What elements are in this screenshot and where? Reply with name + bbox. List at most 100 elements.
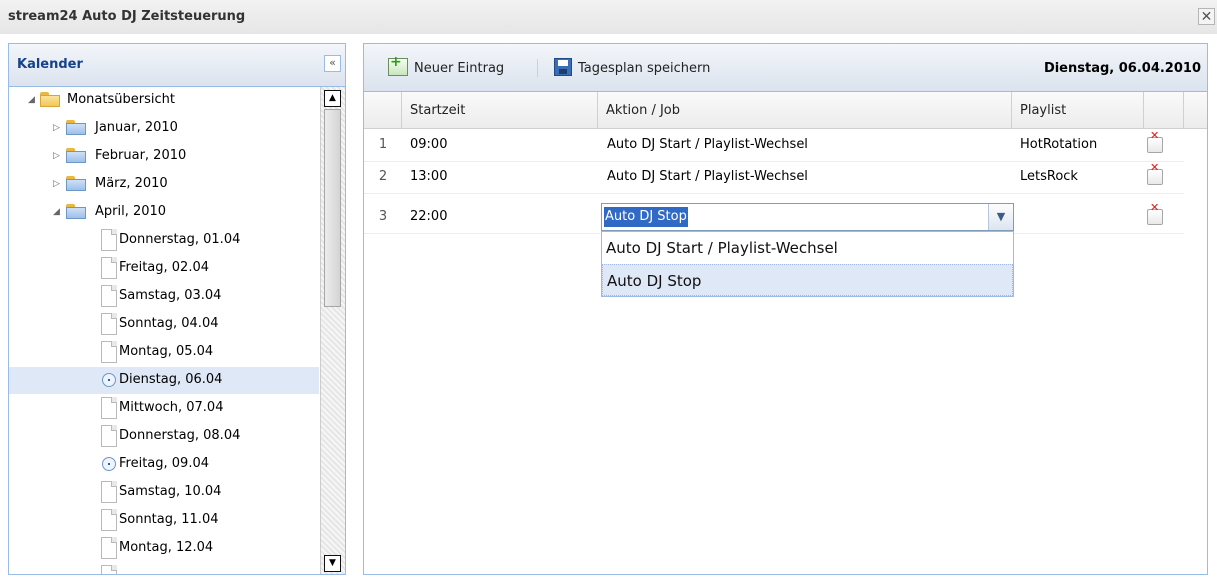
tree-day-row[interactable]: Mittwoch, 07.04 [9, 395, 319, 422]
collapsed-arrow-icon[interactable]: ▷ [53, 151, 63, 161]
tree-day-label: Freitag, 02.04 [119, 260, 209, 275]
tree-day-label: Montag, 12.04 [119, 540, 214, 555]
tree-day-label: Mittwoch, 07.04 [119, 400, 224, 415]
action-combo-value[interactable]: Auto DJ Stop [604, 207, 688, 227]
tree-day-row[interactable]: Freitag, 02.04 [9, 255, 319, 282]
scroll-down-button[interactable]: ▼ [324, 555, 341, 572]
chevron-down-icon[interactable]: ▼ [988, 204, 1013, 230]
current-date: Dienstag, 06.04.2010 [1043, 61, 1201, 76]
grid-header: Startzeit Aktion / Job Playlist [364, 92, 1207, 129]
page-icon [101, 537, 117, 559]
page-icon [101, 481, 117, 503]
clock-icon [102, 373, 116, 387]
tree-day-label: Sonntag, 04.04 [119, 316, 219, 331]
tree-day-row[interactable]: Sonntag, 04.04 [9, 311, 319, 338]
collapse-panel-button[interactable]: « [324, 55, 341, 72]
scroll-up-button[interactable]: ▲ [324, 90, 341, 107]
tree-month-january[interactable]: ▷ Januar, 2010 [9, 115, 319, 142]
new-entry-label: Neuer Eintrag [414, 61, 505, 76]
tree-month-label: Februar, 2010 [95, 148, 187, 163]
header-playlist[interactable]: Playlist [1012, 92, 1144, 128]
tree-day-label: Donnerstag, 08.04 [119, 428, 241, 443]
tree-day-row[interactable]: Samstag, 03.04 [9, 283, 319, 310]
header-action[interactable]: Aktion / Job [598, 92, 1012, 128]
page-icon [101, 313, 117, 335]
calendar-panel: Kalender « ◢ Monatsübersicht ▷ Januar, 2… [8, 43, 346, 575]
tree-month-february[interactable]: ▷ Februar, 2010 [9, 143, 319, 170]
cell-playlist[interactable]: LetsRock [1020, 161, 1078, 193]
dropdown-option-hover[interactable]: Auto DJ Stop [602, 264, 1013, 296]
folder-icon [66, 148, 86, 163]
cell-playlist[interactable]: HotRotation [1020, 129, 1097, 161]
cell-startzeit[interactable]: 09:00 [410, 129, 447, 161]
clock-icon [102, 457, 116, 471]
window-title: stream24 Auto DJ Zeitsteuerung [8, 9, 246, 24]
tree-day-row[interactable]: Montag, 12.04 [9, 535, 319, 562]
tree-day-row[interactable]: Donnerstag, 08.04 [9, 423, 319, 450]
table-row[interactable]: 1 09:00 Auto DJ Start / Playlist-Wechsel… [364, 129, 1184, 162]
window-titlebar: stream24 Auto DJ Zeitsteuerung ✕ [0, 0, 1217, 34]
calendar-title: Kalender [17, 57, 83, 72]
tree-day-label: Dienstag, 06.04 [119, 372, 223, 387]
schedule-toolbar: Neuer Eintrag Tagesplan speichern Dienst… [364, 44, 1207, 92]
tree-day-row-selected[interactable]: Dienstag, 06.04 [9, 367, 319, 394]
page-icon [101, 425, 117, 447]
calendar-tree: ◢ Monatsübersicht ▷ Januar, 2010 ▷ Febru… [9, 87, 319, 574]
tree-month-april[interactable]: ◢ April, 2010 [9, 199, 319, 226]
delete-icon[interactable] [1147, 201, 1163, 225]
tree-day-row[interactable]: Samstag, 10.04 [9, 479, 319, 506]
schedule-panel: Neuer Eintrag Tagesplan speichern Dienst… [363, 43, 1208, 575]
tree-day-label: Montag, 05.04 [119, 344, 214, 359]
save-plan-label: Tagesplan speichern [578, 61, 711, 76]
tree-day-row[interactable]: Sonntag, 11.04 [9, 507, 319, 534]
tree-month-label: März, 2010 [95, 176, 168, 191]
header-rownum [364, 92, 402, 128]
cell-action[interactable]: Auto DJ Start / Playlist-Wechsel [607, 161, 808, 193]
tree-day-row[interactable]: Freitag, 09.04 [9, 451, 319, 478]
page-icon [101, 397, 117, 419]
folder-open-icon [40, 92, 60, 107]
header-startzeit[interactable]: Startzeit [402, 92, 598, 128]
action-dropdown-list: Auto DJ Start / Playlist-Wechsel Auto DJ… [601, 231, 1014, 297]
tree-day-row[interactable]: Montag, 05.04 [9, 339, 319, 366]
tree-day-row-partial[interactable] [9, 563, 319, 574]
row-number: 1 [378, 137, 388, 152]
expanded-arrow-icon[interactable]: ◢ [53, 207, 63, 217]
header-label: Startzeit [410, 103, 466, 118]
tree-day-label: Samstag, 10.04 [119, 484, 222, 499]
tree-month-label: Januar, 2010 [95, 120, 178, 135]
cell-startzeit[interactable]: 22:00 [410, 201, 447, 233]
tree-root-row[interactable]: ◢ Monatsübersicht [9, 87, 319, 114]
cell-startzeit[interactable]: 13:00 [410, 161, 447, 193]
save-icon [554, 58, 572, 76]
action-combo[interactable]: Auto DJ Stop ▼ [601, 203, 1014, 231]
cell-action[interactable]: Auto DJ Start / Playlist-Wechsel [607, 129, 808, 161]
save-plan-button[interactable]: Tagesplan speichern [554, 58, 744, 78]
tree-day-label: Sonntag, 11.04 [119, 512, 219, 527]
scrollbar-thumb[interactable] [324, 109, 341, 307]
collapse-icon: « [329, 56, 336, 69]
delete-icon[interactable] [1147, 161, 1163, 185]
close-icon: ✕ [1200, 9, 1213, 25]
page-icon [101, 509, 117, 531]
page-icon [101, 257, 117, 279]
page-icon [101, 229, 117, 251]
tree-month-label: April, 2010 [95, 204, 167, 219]
tree-day-row[interactable]: Donnerstag, 01.04 [9, 227, 319, 254]
dropdown-option[interactable]: Auto DJ Start / Playlist-Wechsel [602, 232, 1013, 264]
table-row[interactable]: 2 13:00 Auto DJ Start / Playlist-Wechsel… [364, 161, 1184, 194]
calendar-panel-header: Kalender « [9, 44, 345, 87]
collapsed-arrow-icon[interactable]: ▷ [53, 123, 63, 133]
folder-icon [66, 176, 86, 191]
collapsed-arrow-icon[interactable]: ▷ [53, 179, 63, 189]
tree-day-label: Freitag, 09.04 [119, 456, 209, 471]
expanded-arrow-icon[interactable]: ◢ [28, 95, 38, 105]
tree-scrollbar[interactable]: ▲ ▼ [320, 87, 345, 574]
delete-icon[interactable] [1147, 129, 1163, 153]
page-icon [101, 565, 117, 574]
tree-month-march[interactable]: ▷ März, 2010 [9, 171, 319, 198]
new-entry-icon [388, 54, 408, 76]
new-entry-button[interactable]: Neuer Eintrag [388, 54, 528, 78]
close-button[interactable]: ✕ [1198, 8, 1215, 25]
header-label: Aktion / Job [606, 103, 681, 118]
